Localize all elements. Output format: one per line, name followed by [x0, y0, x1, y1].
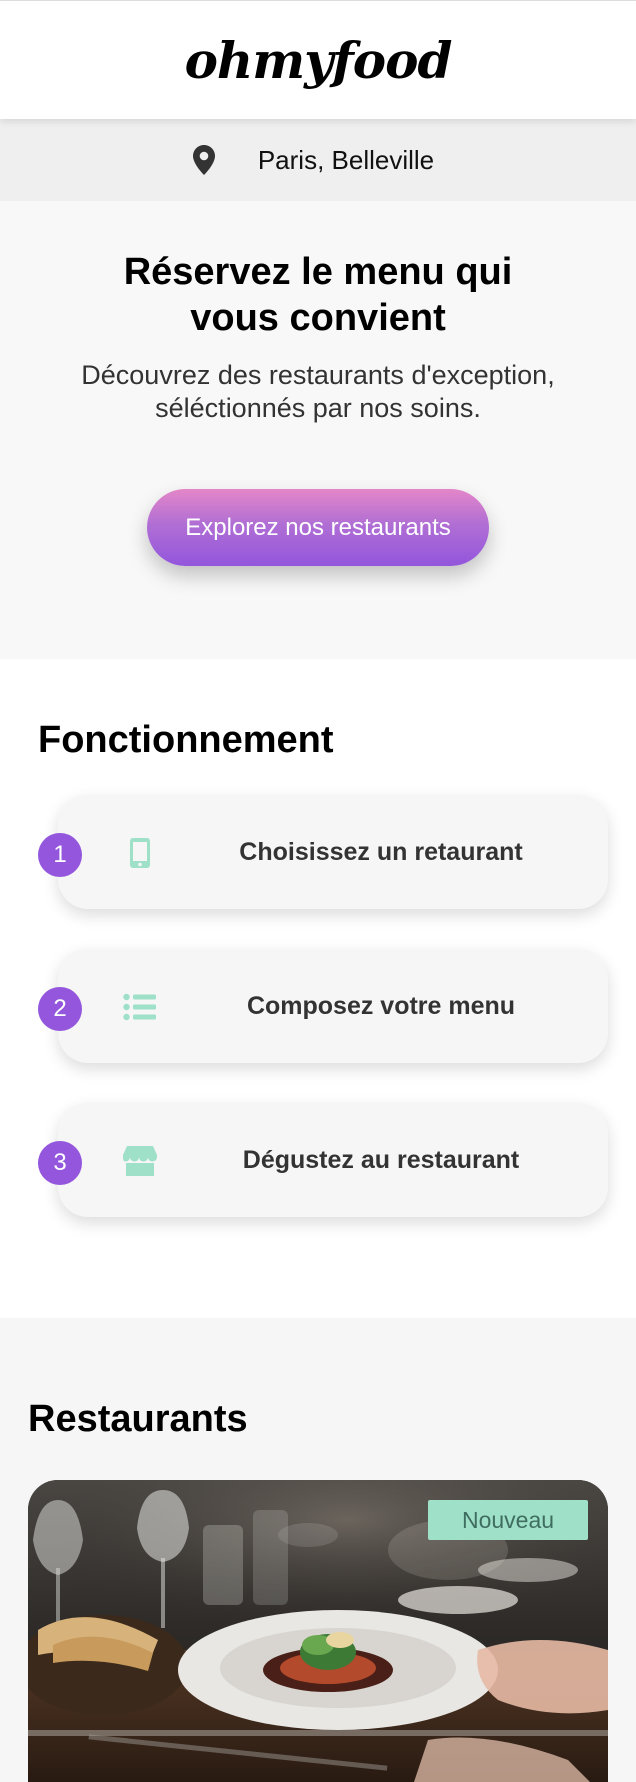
hero-title-line-2: vous convient: [190, 297, 446, 339]
hero-title: Réservez le menu qui vous convient: [0, 201, 636, 341]
list-icon: [122, 989, 158, 1025]
page: ohmyfood Paris, Belleville Réservez le m…: [0, 0, 636, 1782]
step-number-badge: 3: [38, 1141, 82, 1185]
step-number-badge: 1: [38, 833, 82, 877]
restaurant-card[interactable]: Nouveau: [28, 1480, 608, 1782]
hero-title-line-1: Réservez le menu qui: [123, 251, 513, 293]
how-it-works-section: Fonctionnement 1 Choisissez un retaurant…: [0, 659, 636, 1318]
step-label: Composez votre menu: [246, 991, 516, 1020]
step-label: Dégustez au restaurant: [242, 1145, 520, 1174]
section-title-how: Fonctionnement: [38, 719, 334, 761]
step-card-2: 2 Composez votre menu: [38, 949, 608, 1063]
step-card-3: 3 Dégustez au restaurant: [38, 1103, 608, 1217]
location-bar[interactable]: Paris, Belleville: [0, 119, 636, 201]
location-text: Paris, Belleville: [257, 144, 435, 175]
restaurants-section: Restaurants Nouveau: [0, 1318, 636, 1782]
explore-restaurants-button[interactable]: Explorez nos restaurants: [147, 489, 489, 566]
hero-section: Réservez le menu qui vous convient Décou…: [0, 201, 636, 659]
logo[interactable]: ohmyfood: [185, 36, 453, 86]
mobile-phone-icon: [122, 835, 158, 871]
map-pin-icon: [192, 145, 216, 175]
new-badge: Nouveau: [428, 1500, 588, 1540]
store-icon: [122, 1143, 158, 1179]
step-card-1: 1 Choisissez un retaurant: [38, 795, 608, 909]
section-title-restaurants: Restaurants: [28, 1398, 248, 1440]
step-label: Choisissez un retaurant: [239, 837, 523, 866]
hero-subtitle: Découvrez des restaurants d'exception, s…: [81, 360, 555, 423]
site-header: ohmyfood: [0, 0, 636, 119]
step-number-badge: 2: [38, 987, 82, 1031]
